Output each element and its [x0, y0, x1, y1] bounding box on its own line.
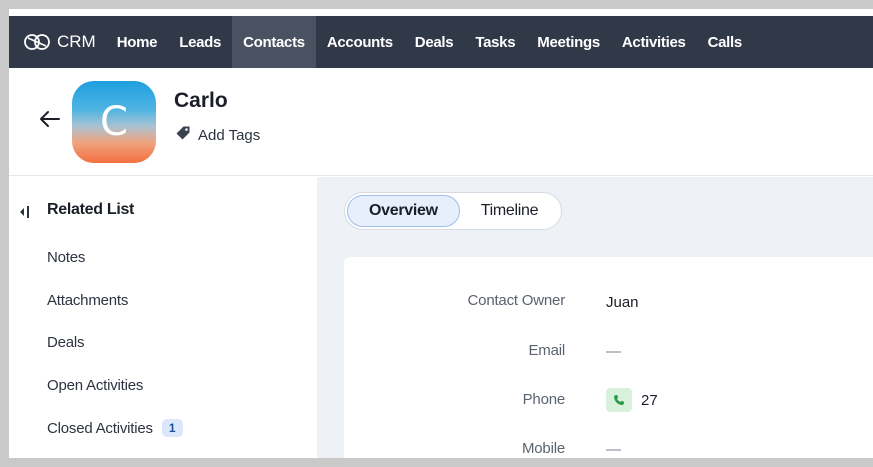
nav-activities[interactable]: Activities — [611, 16, 697, 68]
mobile-text: — — [606, 441, 621, 458]
details-card: Contact Owner Juan Email — Phone 27 Mobi… — [344, 257, 873, 458]
phone-value[interactable]: 27 — [606, 388, 658, 412]
email-value[interactable]: — — [606, 343, 621, 360]
nav-deals[interactable]: Deals — [404, 16, 465, 68]
email-label: Email — [528, 342, 565, 359]
nav-calls[interactable]: Calls — [697, 16, 753, 68]
related-item-notes[interactable]: Notes — [47, 249, 85, 266]
brand-label: CRM — [57, 32, 96, 51]
nav-accounts[interactable]: Accounts — [316, 16, 404, 68]
record-header: C Carlo Add Tags — [9, 68, 873, 176]
add-tags-label: Add Tags — [198, 126, 261, 144]
collapse-panel-icon[interactable] — [18, 205, 32, 219]
tab-overview[interactable]: Overview — [347, 195, 460, 227]
related-item-label: Closed Activities — [47, 419, 153, 437]
nav-contacts[interactable]: Contacts — [232, 16, 316, 68]
related-item-label: Attachments — [47, 292, 129, 309]
phone-label: Phone — [522, 391, 566, 408]
top-nav: CRM Home Leads Contacts Accounts Deals T… — [9, 16, 873, 68]
mobile-value[interactable]: — — [606, 441, 621, 458]
related-item-label: Deals — [47, 334, 85, 351]
nav-home[interactable]: Home — [106, 16, 168, 68]
phone-icon[interactable] — [606, 388, 632, 412]
related-item-open-activities[interactable]: Open Activities — [47, 377, 143, 394]
related-item-label: Notes — [47, 249, 86, 266]
crm-brand[interactable]: CRM — [9, 16, 106, 68]
tag-icon — [175, 125, 191, 145]
related-list-panel: Related List Notes Attachments Deals Ope… — [9, 177, 317, 458]
nav-leads[interactable]: Leads — [168, 16, 232, 68]
nav-meetings[interactable]: Meetings — [526, 16, 611, 68]
email-text: — — [606, 343, 621, 360]
contact-owner-label: Contact Owner — [467, 292, 566, 309]
tab-timeline[interactable]: Timeline — [460, 195, 559, 227]
related-item-closed-activities[interactable]: Closed Activities 1 — [47, 419, 183, 437]
related-item-label: Open Activities — [47, 377, 144, 394]
back-arrow-icon[interactable] — [37, 106, 63, 132]
count-badge: 1 — [161, 419, 183, 437]
nav-tasks[interactable]: Tasks — [464, 16, 526, 68]
contact-owner-text: Juan — [606, 294, 639, 311]
crm-logo-icon — [23, 32, 51, 52]
related-list-title: Related List — [47, 201, 135, 218]
related-item-deals[interactable]: Deals — [47, 334, 85, 351]
mobile-label: Mobile — [522, 440, 565, 457]
related-item-attachments[interactable]: Attachments — [47, 292, 128, 309]
avatar-initial: C — [100, 99, 128, 145]
view-tabs: Overview Timeline — [344, 192, 563, 230]
add-tags-button[interactable]: Add Tags — [175, 125, 260, 145]
contact-name: Carlo — [174, 89, 228, 112]
main-content: Overview Timeline Contact Owner Juan Ema… — [317, 177, 873, 458]
phone-text: 27 — [641, 391, 658, 409]
avatar: C — [72, 81, 156, 163]
contact-owner-value[interactable]: Juan — [606, 294, 639, 311]
crm-window: CRM Home Leads Contacts Accounts Deals T… — [9, 9, 873, 458]
